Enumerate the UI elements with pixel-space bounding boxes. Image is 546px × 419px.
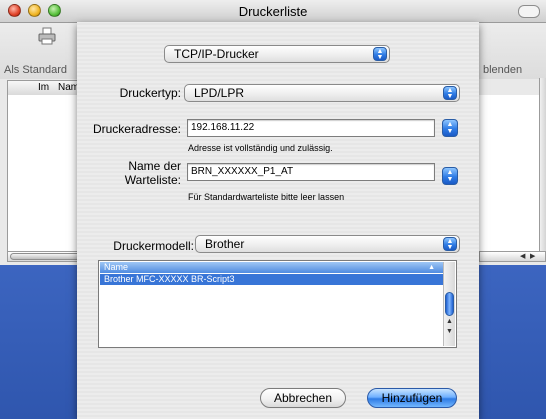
druckeradresse-hint: Adresse ist vollständig und zulässig. [188, 143, 333, 153]
hide-toolbar-label[interactable]: blenden [483, 64, 522, 76]
model-table-header-label: Name [104, 262, 129, 272]
column-header-im[interactable]: Im [38, 82, 49, 93]
druckeradresse-label: Druckeradresse: [92, 122, 181, 136]
scrollbar-thumb[interactable] [445, 292, 454, 316]
model-table-header[interactable]: Name ▲ [100, 262, 443, 273]
add-button[interactable]: Hinzufügen [367, 388, 457, 408]
popup-arrows-icon: ▲ ▼ [373, 47, 387, 61]
warteliste-hint: Für Standardwarteliste bitte leer lassen [188, 192, 345, 202]
druckermodell-popup[interactable]: Brother ▲ ▼ [195, 235, 460, 253]
window-title: Druckerliste [238, 4, 308, 19]
druckertyp-label: Druckertyp: [119, 86, 181, 100]
popup-arrows-icon: ▲ ▼ [443, 237, 457, 251]
add-printer-sheet: TCP/IP-Drucker ▲ ▼ Druckertyp: LPD/LPR ▲ ▼… [77, 22, 479, 419]
warteliste-history-button[interactable]: ▲ ▼ [442, 167, 458, 185]
scroll-right-icon[interactable]: ▶ [530, 252, 535, 260]
scroll-arrows[interactable]: ◀ ▶ [479, 251, 546, 262]
druckeradresse-field[interactable]: 192.168.11.22 [187, 119, 435, 137]
column-header-name[interactable]: Nam [58, 82, 79, 93]
sort-ascending-icon: ▲ [428, 264, 435, 271]
druckermodell-popup-value: Brother [205, 237, 245, 251]
table-row[interactable]: Brother MFC-XXXXX BR-Script3 [100, 274, 443, 285]
printer-icon[interactable] [38, 27, 56, 45]
toolbar-toggle-button[interactable] [518, 5, 540, 18]
scroll-left-icon[interactable]: ◀ [520, 252, 525, 260]
printer-list-body-right[interactable] [479, 95, 540, 251]
cancel-button[interactable]: Abbrechen [260, 388, 346, 408]
warteliste-label-line2: Warteliste: [124, 173, 181, 187]
default-toolbar-label[interactable]: Als Standard [4, 64, 67, 76]
model-table[interactable]: Name ▲ Brother MFC-XXXXX BR-Script3 ▲ ▼ [98, 260, 457, 348]
protocol-popup-value: TCP/IP-Drucker [174, 47, 259, 61]
vertical-scrollbar[interactable] [539, 78, 546, 253]
popup-arrows-icon: ▲ ▼ [443, 86, 457, 100]
druckertyp-popup-value: LPD/LPR [194, 86, 245, 100]
scroll-arrows-icon[interactable]: ▲ ▼ [446, 317, 453, 337]
protocol-popup[interactable]: TCP/IP-Drucker ▲ ▼ [164, 45, 390, 63]
warteliste-label: Name der Warteliste: [77, 159, 181, 187]
model-table-scrollbar[interactable]: ▲ ▼ [443, 262, 455, 346]
druckeradresse-history-button[interactable]: ▲ ▼ [442, 119, 458, 137]
warteliste-label-line1: Name der [128, 159, 181, 173]
druckermodell-label: Druckermodell: [113, 239, 194, 253]
warteliste-field[interactable]: BRN_XXXXXX_P1_AT [187, 163, 435, 181]
druckertyp-popup[interactable]: LPD/LPR ▲ ▼ [184, 84, 460, 102]
title-bar[interactable]: Druckerliste [0, 0, 546, 23]
